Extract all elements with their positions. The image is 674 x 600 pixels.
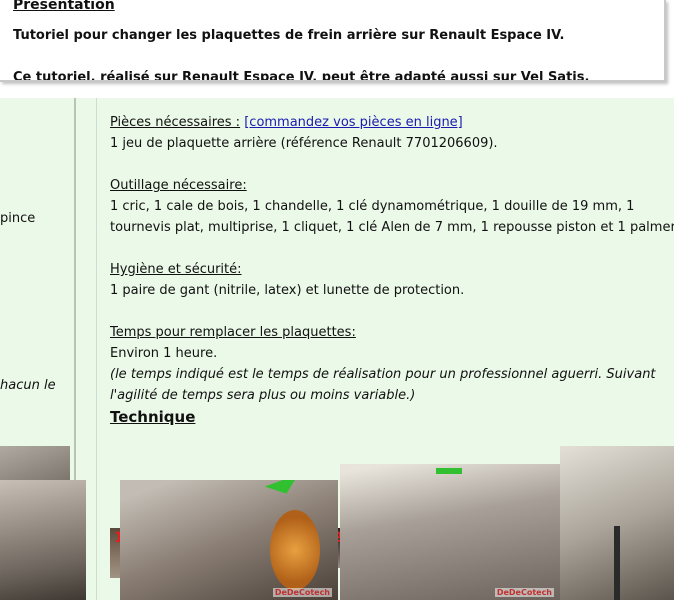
pieces-section: Pièces nécessaires : [commandez vos pièc…	[110, 112, 674, 154]
temps-note: (le temps indiqué est le temps de réalis…	[110, 367, 656, 403]
green-arrow-icon	[264, 480, 304, 500]
hygiene-section: Hygiène et sécurité: 1 paire de gant (ni…	[110, 259, 674, 301]
presentation-intro: Tutoriel pour changer les plaquettes de …	[13, 28, 565, 43]
temps-text: Environ 1 heure.	[110, 346, 218, 361]
axle-stand-photo[interactable]	[560, 446, 674, 600]
brake-caliper-photo[interactable]: DeDeCotech	[120, 480, 338, 600]
temps-section: Temps pour remplacer les plaquettes: Env…	[110, 322, 674, 406]
technique-heading: Technique	[110, 408, 196, 426]
presentation-adaptation-note: Ce tutoriel, réalisé sur Renault Espace …	[13, 70, 590, 82]
outillage-section: Outillage nécessaire: 1 cric, 1 cale de …	[110, 175, 674, 238]
photo-watermark: DeDeCotech	[272, 588, 332, 597]
photo-watermark: DeDeCotech	[494, 588, 554, 597]
hygiene-text: 1 paire de gant (nitrile, latex) et lune…	[110, 283, 465, 298]
green-arrow-icon	[436, 468, 462, 474]
order-parts-link[interactable]: [commandez vos pièces en ligne]	[244, 115, 463, 130]
outillage-text: 1 cric, 1 cale de bois, 1 chandelle, 1 c…	[110, 199, 674, 235]
presentation-panel: Présentation Tutoriel pour changer les p…	[0, 0, 666, 82]
brake-photo[interactable]	[0, 480, 86, 600]
pieces-heading: Pièces nécessaires :	[110, 115, 241, 130]
tutorial-content: Pièces nécessaires : [commandez vos pièc…	[110, 112, 674, 427]
temps-heading: Temps pour remplacer les plaquettes:	[110, 325, 356, 340]
outillage-heading: Outillage nécessaire:	[110, 178, 247, 193]
brake-photo[interactable]	[0, 446, 70, 482]
brake-rotor-shape	[270, 510, 320, 590]
left-text-fragment: hacun le	[0, 378, 56, 393]
axle-stand-shape	[614, 526, 620, 600]
presentation-title: Présentation	[13, 0, 115, 13]
left-text-fragment: pince	[0, 211, 36, 226]
pieces-text: 1 jeu de plaquette arrière (référence Re…	[110, 136, 498, 151]
lower-photo-strip: DeDeCotech DeDeCotech	[0, 446, 674, 600]
suspension-photo[interactable]: DeDeCotech	[340, 464, 560, 600]
hygiene-heading: Hygiène et sécurité:	[110, 262, 242, 277]
